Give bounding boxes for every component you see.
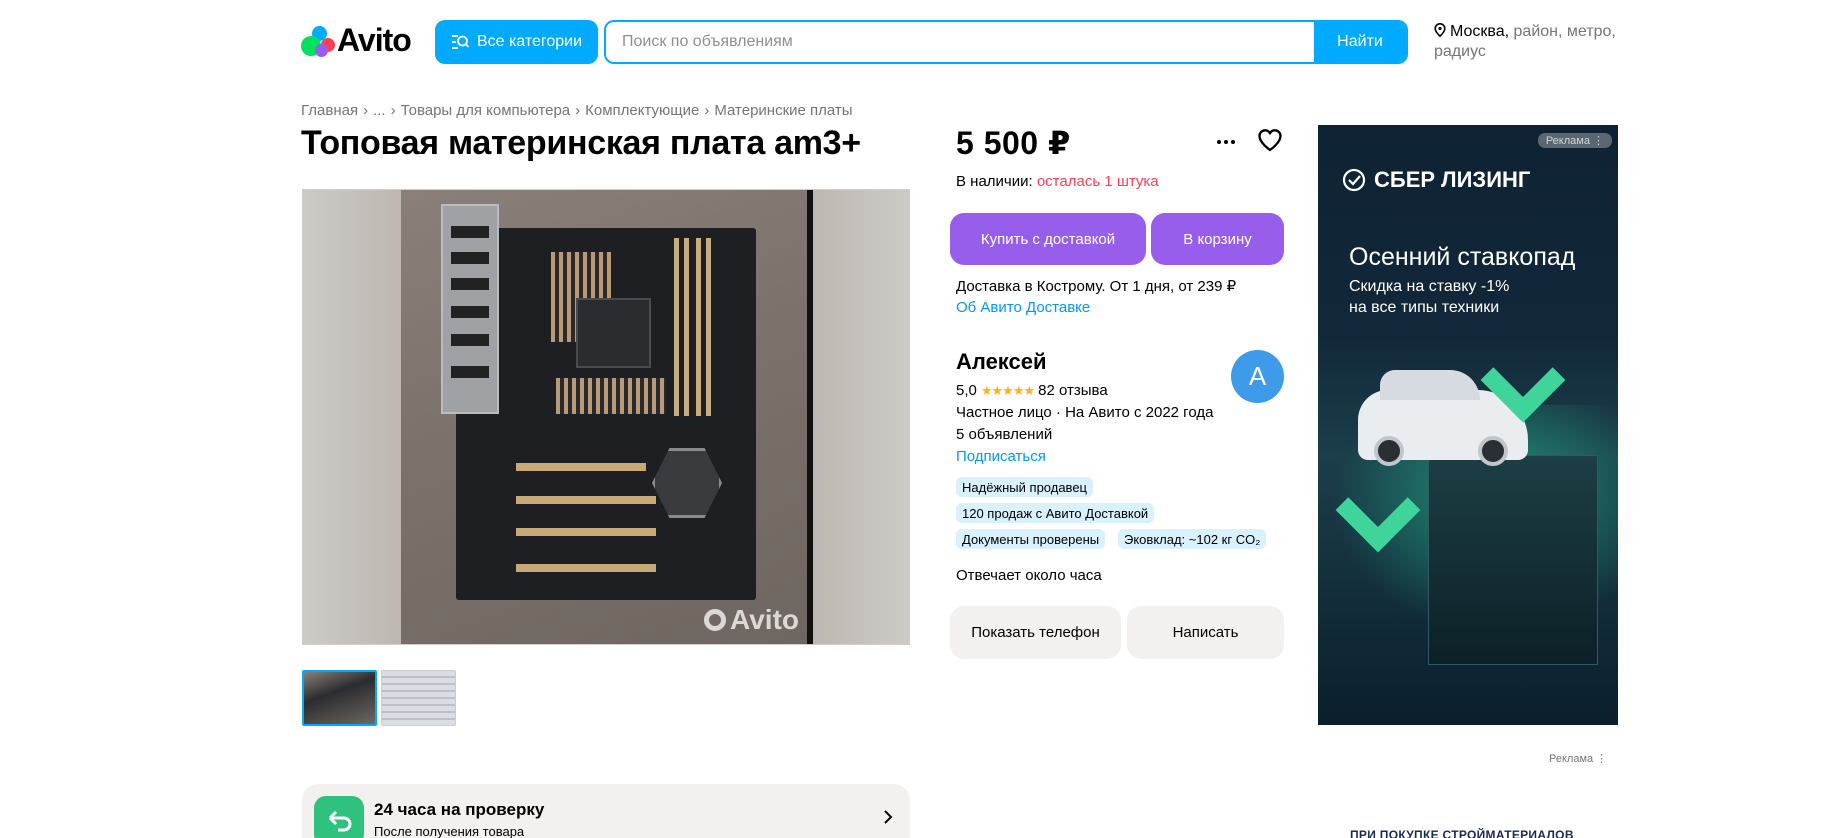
breadcrumb-separator: › [575, 102, 581, 119]
ad2-label[interactable]: Реклама ⋮ [1549, 752, 1607, 765]
main-photo[interactable]: Avito [401, 190, 813, 644]
search-bar: Найти [604, 20, 1408, 64]
photo-gallery[interactable]: Avito [302, 189, 910, 645]
ad-subtext: Скидка на ставку -1% на все типы техники [1349, 278, 1510, 316]
search-button[interactable]: Найти [1314, 22, 1406, 62]
logo-dots-icon [301, 24, 335, 58]
inspection-subtitle: После получения товара [374, 824, 525, 838]
photo-watermark: Avito [704, 604, 799, 636]
gallery-blur-right [811, 190, 909, 644]
breadcrumb-item[interactable]: Материнские платы [714, 102, 852, 119]
rating-stars-icon: ★★★★★ [980, 382, 1035, 398]
catalog-search-icon [451, 35, 469, 49]
seller-name[interactable]: Алексей [956, 349, 1047, 375]
stock-label: В наличии: [956, 173, 1033, 190]
badge-reliable-seller: Надёжный продавец [956, 477, 1093, 497]
delivery-link[interactable]: Об Авито Доставке [956, 299, 1090, 316]
reply-time: Отвечает около часа [956, 567, 1102, 584]
thumbnail-1[interactable] [302, 670, 377, 726]
avatar[interactable]: А [1231, 350, 1284, 403]
price: 5 500 ₽ [956, 125, 1071, 161]
more-options-icon[interactable] [1214, 130, 1238, 154]
motherboard-image [456, 228, 756, 600]
favorite-heart-icon[interactable] [1256, 126, 1284, 154]
stock-value: осталась 1 штука [1036, 173, 1159, 190]
return-arrow-icon [314, 796, 364, 838]
badge-eco-contribution: Эковклад: ~102 кг CO₂ [1118, 529, 1267, 549]
thumbnail-strip [302, 670, 456, 726]
ad-brand: СБЕР ЛИЗИНГ [1342, 167, 1530, 193]
badge-documents-verified: Документы проверены [956, 529, 1106, 549]
location-pin-icon [1434, 22, 1446, 38]
ad-banner[interactable]: Реклама ⋮ СБЕР ЛИЗИНГ Осенний ставкопад … [1318, 125, 1618, 725]
avito-logo[interactable]: Avito [301, 22, 412, 59]
ad-label[interactable]: Реклама ⋮ [1537, 133, 1612, 148]
subscribe-link[interactable]: Подписаться [956, 448, 1046, 465]
add-to-cart-button[interactable]: В корзину [1151, 213, 1284, 265]
logo-text: Avito [337, 22, 412, 58]
ad-headline: Осенний ставкопад [1349, 243, 1576, 271]
badge-delivery-sales: 120 продаж с Авито Доставкой [956, 503, 1155, 523]
io-shield-image [441, 204, 499, 414]
inspection-title: 24 часа на проверку [374, 800, 545, 819]
thumbnail-2[interactable] [381, 670, 456, 726]
chevron-right-icon [884, 810, 893, 824]
breadcrumb-item[interactable]: Товары для компьютера [401, 102, 571, 119]
breadcrumb-separator: › [390, 102, 396, 119]
ad2-text[interactable]: ПРИ ПОКУПКЕ СТРОЙМАТЕРИАЛОВ [1350, 828, 1574, 838]
inspection-banner[interactable]: 24 часа на проверку После получения това… [302, 784, 910, 838]
show-phone-button[interactable]: Показать телефон [950, 606, 1121, 659]
location-selector[interactable]: Москва, район, метро, радиус [1434, 22, 1624, 62]
breadcrumb-item[interactable]: Комплектующие [585, 102, 699, 119]
ad-pedestal-image [1428, 455, 1598, 665]
breadcrumb-separator: › [363, 102, 369, 119]
reviews-count: 82 отзыва [1038, 382, 1108, 399]
gallery-blur-left [303, 190, 401, 644]
breadcrumb-item[interactable]: ... [373, 102, 386, 119]
sber-logo-icon [1342, 168, 1366, 192]
delivery-info: Доставка в Кострому. От 1 дня, от 239 ₽ [956, 278, 1237, 295]
page-title: Топовая материнская плата am3+ [301, 124, 861, 162]
seller-meta: Частное лицо · На Авито с 2022 года [956, 404, 1214, 421]
breadcrumb-separator: › [704, 102, 710, 119]
seller-rating[interactable]: 5,0 ★★★★★ 82 отзыва [956, 382, 1108, 399]
breadcrumb: Главная › ... › Товары для компьютера › Ком… [301, 102, 853, 119]
search-input[interactable] [606, 22, 1314, 62]
buy-with-delivery-button[interactable]: Купить с доставкой [950, 213, 1146, 265]
breadcrumb-item[interactable]: Главная [301, 102, 358, 119]
all-categories-label: Все категории [476, 33, 583, 50]
write-message-button[interactable]: Написать [1127, 606, 1284, 659]
rating-value: 5,0 [956, 382, 977, 399]
location-city: Москва, [1450, 23, 1510, 40]
watermark-logo-icon [704, 609, 727, 631]
all-categories-button[interactable]: Все категории [435, 20, 598, 64]
seller-ads-count[interactable]: 5 объявлений [956, 426, 1052, 443]
stock-status: В наличии: осталась 1 штука [956, 173, 1159, 190]
